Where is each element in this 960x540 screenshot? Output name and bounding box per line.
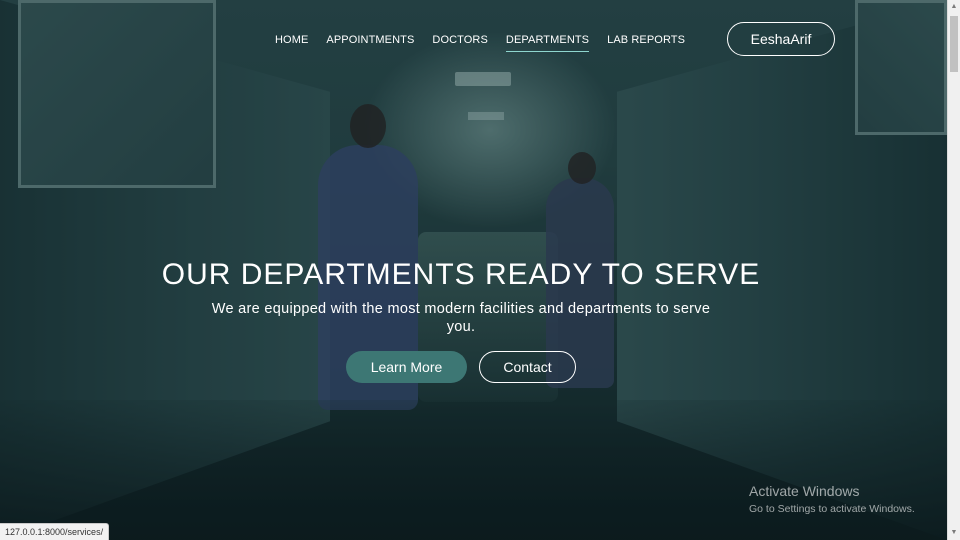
nav-item-appointments[interactable]: APPOINTMENTS: [326, 34, 414, 52]
vertical-scrollbar[interactable]: ▲ ▼: [947, 0, 960, 540]
watermark-title: Activate Windows: [749, 483, 860, 499]
nav-item-departments[interactable]: DEPARTMENTS: [505, 34, 590, 52]
hero-title: OUR DEPARTMENTS READY TO SERVE: [161, 258, 761, 291]
watermark-subtitle: Go to Settings to activate Windows.: [749, 503, 915, 515]
main-nav: HOME APPOINTMENTS DOCTORS DEPARTMENTS LA…: [275, 34, 685, 52]
nav-item-lab-reports[interactable]: LAB REPORTS: [607, 34, 685, 52]
nav-item-home[interactable]: HOME: [275, 34, 308, 52]
nav-item-doctors[interactable]: DOCTORS: [432, 34, 488, 52]
status-bar-url: 127.0.0.1:8000/services/: [0, 523, 110, 540]
chevron-up-icon[interactable]: ▲: [948, 0, 960, 14]
page: HOME APPOINTMENTS DOCTORS DEPARTMENTS LA…: [0, 0, 960, 540]
hero-subtitle: We are equipped with the most modern fac…: [211, 301, 711, 335]
user-account-button[interactable]: EeshaArif: [727, 22, 835, 56]
windows-activation-watermark: Activate Windows Go to Settings to activ…: [749, 483, 915, 515]
scrollbar-thumb[interactable]: [950, 16, 958, 72]
chevron-down-icon[interactable]: ▼: [948, 526, 960, 540]
contact-button[interactable]: Contact: [479, 351, 576, 383]
learn-more-button[interactable]: Learn More: [346, 351, 467, 383]
